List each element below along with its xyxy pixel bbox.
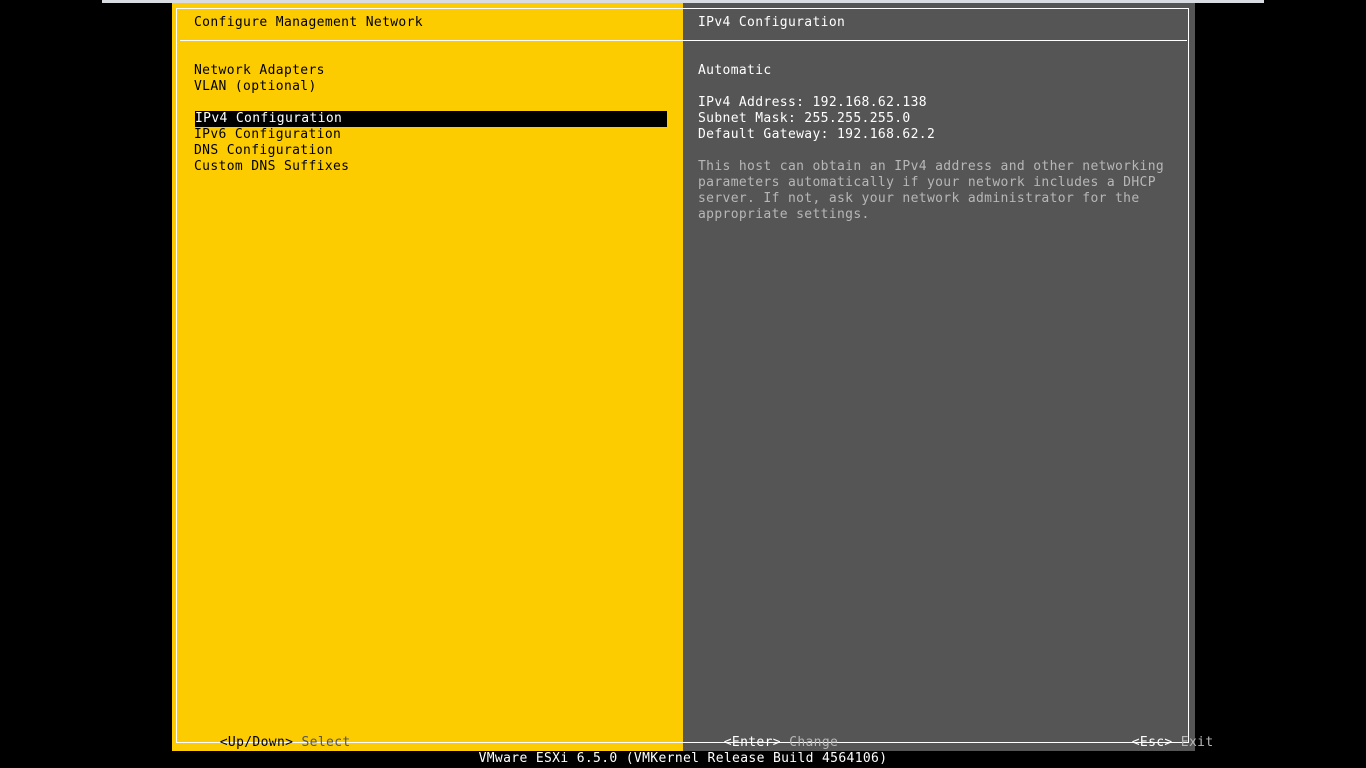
description-line: This host can obtain an IPv4 address and… [698, 159, 1165, 174]
enter-key: <Enter> [723, 735, 781, 750]
left-panel-title: Configure Management Network [194, 15, 423, 30]
right-panel-title: IPv4 Configuration [698, 15, 846, 30]
subnet-mask: Subnet Mask: 255.255.255.0 [698, 111, 911, 126]
menu-item-dns-configuration[interactable]: DNS Configuration [194, 143, 667, 159]
default-gateway: Default Gateway: 192.168.62.2 [698, 127, 936, 142]
detail-spacer [698, 79, 1168, 95]
menu-item-ipv4-configuration[interactable]: IPv4 Configuration [195, 111, 667, 127]
exit-action: Exit [1180, 735, 1214, 750]
description-line: appropriate settings. [698, 207, 870, 222]
esxi-version-status: VMware ESXi 6.5.0 (VMKernel Release Buil… [478, 751, 888, 766]
menu-item-ipv6-configuration[interactable]: IPv6 Configuration [194, 127, 667, 143]
esc-key: <Esc> [1131, 735, 1173, 750]
ipv4-detail: Automatic IPv4 Address: 192.168.62.138 S… [698, 63, 1168, 223]
change-action: Change [789, 735, 839, 750]
config-menu: Network Adapters VLAN (optional) IPv4 Co… [194, 63, 667, 175]
select-action: Select [301, 735, 351, 750]
menu-item-network-adapters[interactable]: Network Adapters [194, 63, 667, 79]
dcui-console: Configure Management Network IPv4 Config… [172, 3, 1213, 751]
ipv4-mode: Automatic [698, 63, 772, 78]
menu-item-vlan[interactable]: VLAN (optional) [194, 79, 667, 95]
detail-spacer [698, 143, 1168, 159]
header-divider [180, 40, 1187, 41]
menu-spacer [194, 95, 667, 111]
description-line: server. If not, ask your network adminis… [698, 191, 1140, 206]
description-line: parameters automatically if your network… [698, 175, 1156, 190]
ipv4-address: IPv4 Address: 192.168.62.138 [698, 95, 927, 110]
up-down-key: <Up/Down> [219, 735, 294, 750]
menu-item-custom-dns-suffixes[interactable]: Custom DNS Suffixes [194, 159, 667, 175]
